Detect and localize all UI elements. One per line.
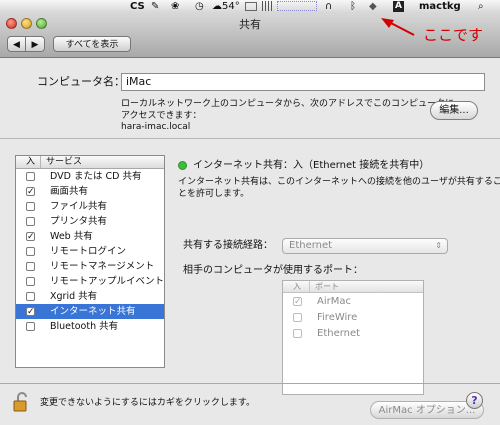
sharing-window: 共有 ◀ ▶ すべてを表示 ここです コンピュータ名： iMac ローカルネット… [0,13,500,425]
cs-menu-extra[interactable]: CS [130,0,145,13]
ports-label: 相手のコンピュータが使用するポート： [183,265,363,276]
service-row[interactable]: Xgrid 共有 [16,289,164,304]
edit-button[interactable]: 編集... [430,101,478,120]
headphones-icon[interactable]: ∩ [325,0,332,13]
service-checkbox[interactable] [26,292,35,301]
port-checkbox: ✓ [293,297,302,307]
header-service: サービス [46,157,83,167]
service-label: Web 共有 [50,231,93,242]
weather-icon[interactable]: ☁ [212,0,222,13]
service-label: プリンタ共有 [50,216,108,227]
clock-icon[interactable]: ◷ [195,0,204,13]
port-checkbox [293,313,302,322]
port-row: FireWire [283,310,423,325]
service-row[interactable]: リモートマネージメント [16,259,164,274]
port-label: FireWire [317,312,358,323]
service-label: Bluetooth 共有 [50,321,119,332]
status-indicator-icon [178,161,187,170]
service-row[interactable]: リモートログイン [16,244,164,259]
ports-list: 入 ポート ✓ AirMac FireWire Ethernet [282,280,424,395]
service-label: DVD または CD 共有 [50,171,142,182]
network-meter-icon[interactable] [277,1,317,11]
annotation-text: ここです [423,26,484,44]
cpu-meter-icon[interactable] [262,1,274,11]
computer-name-field[interactable]: iMac [121,73,485,91]
service-checkbox[interactable]: ✓ [26,187,35,197]
service-list[interactable]: 入 サービス DVD または CD 共有 ✓ 画面共有ファイル共有 プリンタ共有 ✓ We… [15,155,165,368]
service-checkbox[interactable]: ✓ [26,232,35,242]
service-label: リモートマネージメント [50,261,155,272]
service-row[interactable]: ✓ Web 共有 [16,229,164,244]
paw-icon[interactable]: ❀ [171,0,179,13]
popup-arrows-icon: ⇕ [435,241,442,250]
header-on: 入 [26,157,36,167]
battery-icon[interactable] [245,2,257,11]
ports-header-port: ポート [315,282,339,291]
footer-divider [0,383,500,384]
port-row: Ethernet [283,326,423,341]
service-row[interactable]: ファイル共有 [16,199,164,214]
red-arrow-annotation [381,18,415,36]
share-from-label: 共有する接続経路： [183,240,273,251]
port-label: AirMac [317,296,351,307]
menu-bar: CS ✎ ❀ ◷ ☁ 54° ∩ ᛒ ◆ A mactkg ⌕ [0,0,500,14]
share-from-value: Ethernet [289,240,333,251]
service-row[interactable]: ✓ インターネット共有 [16,304,164,319]
computer-address: hara-imac.local [121,122,191,132]
service-label: Xgrid 共有 [50,291,98,302]
detail-description-line2: とを許可します。 [178,189,250,199]
service-checkbox[interactable]: ✓ [26,307,35,317]
ports-list-header: 入 ポート [283,281,423,293]
service-label: 画面共有 [50,186,89,197]
service-checkbox[interactable] [26,322,35,331]
user-menu[interactable]: mactkg [419,0,461,13]
port-row: ✓ AirMac [283,294,423,309]
service-row[interactable]: リモートアップルイベント [16,274,164,289]
sharing-pane: コンピュータ名： iMac ローカルネットワーク上のコンピュータから、次のアドレ… [0,58,500,425]
service-label: リモートアップルイベント [50,276,165,287]
port-checkbox [293,329,302,338]
divider [0,138,500,139]
wifi-icon[interactable]: ◆ [369,0,377,13]
bluetooth-icon[interactable]: ᛒ [350,0,356,13]
service-checkbox[interactable] [26,172,35,181]
service-checkbox[interactable] [26,262,35,271]
back-button[interactable]: ◀ [7,36,26,52]
font-icon[interactable]: A [393,1,404,12]
service-row[interactable]: ✓ 画面共有 [16,184,164,199]
computer-address-description: ローカルネットワーク上のコンピュータから、次のアドレスでこのコンピュータに [121,99,455,109]
service-checkbox[interactable] [26,247,35,256]
weather-temp[interactable]: 54° [222,0,240,13]
help-button[interactable]: ? [466,392,483,409]
computer-name-label: コンピュータ名： [37,75,125,88]
service-checkbox[interactable] [26,202,35,211]
detail-description-line1: インターネット共有は、このインターネットへの接続を他のユーザが共有するこ [178,177,500,187]
service-list-header: 入 サービス [16,156,164,169]
port-label: Ethernet [317,328,361,339]
forward-button[interactable]: ▶ [26,36,45,52]
status-text: インターネット共有：入（Ethernet 接続を共有中） [193,160,430,171]
service-row[interactable]: Bluetooth 共有 [16,319,164,334]
service-row[interactable]: プリンタ共有 [16,214,164,229]
show-all-button[interactable]: すべてを表示 [53,36,131,52]
lock-text: 変更できないようにするにはカギをクリックします。 [40,398,256,408]
service-label: リモートログイン [50,246,127,257]
service-label: ファイル共有 [50,201,108,212]
spotlight-icon[interactable]: ⌕ [478,0,484,13]
share-from-popup[interactable]: Ethernet ⇕ [282,238,448,254]
service-label: インターネット共有 [50,306,136,317]
ports-header-on: 入 [293,282,301,291]
service-row[interactable]: DVD または CD 共有 [16,169,164,184]
service-checkbox[interactable] [26,277,35,286]
service-checkbox[interactable] [26,217,35,226]
lock-icon[interactable] [12,391,32,413]
toolbox-icon[interactable]: ✎ [151,0,159,13]
